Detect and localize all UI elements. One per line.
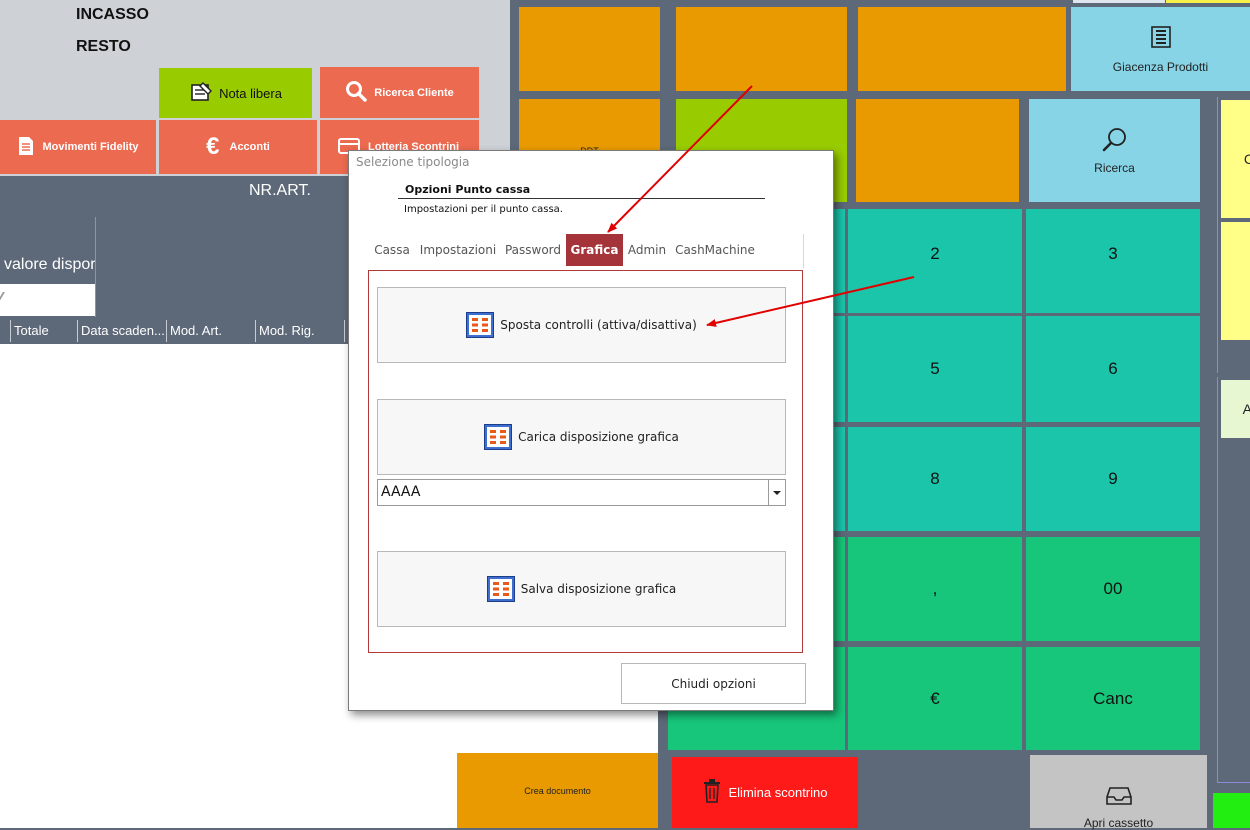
annotation-arrows — [607, 85, 915, 327]
annotation-arrow-to-tab — [607, 85, 753, 233]
annotation-arrow-to-button — [706, 276, 915, 327]
